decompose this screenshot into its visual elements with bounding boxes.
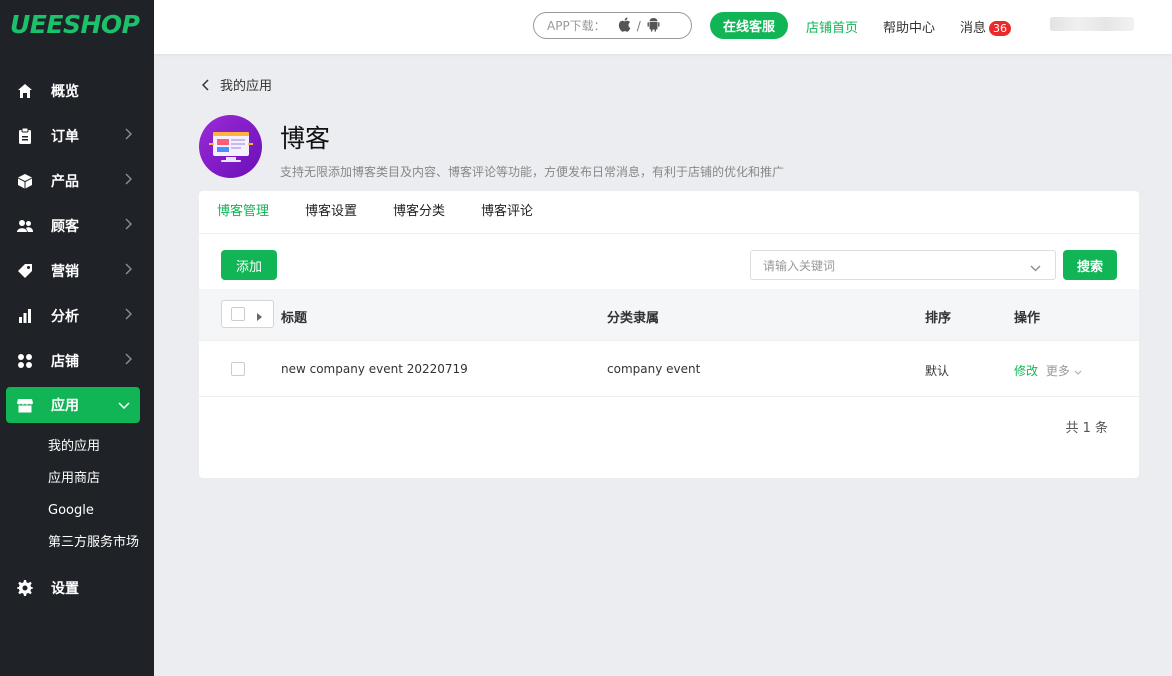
android-icon[interactable] bbox=[647, 17, 660, 35]
chevron-left-icon bbox=[202, 78, 209, 91]
back-link-label: 我的应用 bbox=[220, 79, 273, 94]
grid-icon bbox=[16, 352, 34, 370]
row-category: company event bbox=[607, 362, 701, 376]
row-actions: 修改 更多 bbox=[1014, 362, 1082, 379]
app-download-label: APP下载： bbox=[547, 19, 606, 33]
brand-logo[interactable]: UEESHOP bbox=[0, 0, 154, 54]
help-center-link[interactable]: 帮助中心 bbox=[883, 17, 935, 36]
bar-chart-icon bbox=[16, 307, 34, 325]
gear-icon bbox=[16, 579, 34, 597]
store-home-link[interactable]: 店铺首页 bbox=[806, 17, 858, 36]
chevron-right-icon bbox=[124, 263, 133, 279]
sidebar-item-label: 顾客 bbox=[51, 218, 79, 235]
chevron-right-icon bbox=[124, 308, 133, 324]
submenu-google[interactable]: Google bbox=[0, 495, 154, 527]
add-button[interactable]: 添加 bbox=[221, 250, 277, 280]
tab-blog-settings[interactable]: 博客设置 bbox=[305, 191, 357, 233]
total-count: 共 1 条 bbox=[1065, 421, 1108, 436]
online-service-button[interactable]: 在线客服 bbox=[710, 12, 788, 39]
chevron-down-icon bbox=[1030, 261, 1041, 275]
message-count-badge: 36 bbox=[989, 21, 1012, 36]
apple-icon[interactable] bbox=[618, 16, 631, 35]
column-header-order: 排序 bbox=[925, 311, 952, 326]
sidebar-item-label: 产品 bbox=[51, 173, 79, 190]
select-all-checkbox[interactable] bbox=[231, 307, 245, 321]
search-input[interactable]: 请输入关键词 bbox=[750, 250, 1056, 280]
tab-blog-comments[interactable]: 博客评论 bbox=[481, 191, 533, 233]
store-icon bbox=[16, 396, 34, 414]
sidebar-item-label: 应用 bbox=[51, 398, 79, 414]
column-header-title: 标题 bbox=[281, 311, 308, 326]
chevron-right-icon bbox=[124, 128, 133, 144]
caret-right-icon bbox=[257, 310, 262, 325]
chevron-down-icon bbox=[118, 398, 130, 413]
chevron-right-icon bbox=[124, 218, 133, 234]
sidebar-nav: 概览 订单 产品 顾客 营销 分析 店铺 应用 我的应用 应用商店 Google… bbox=[0, 68, 154, 610]
separator: / bbox=[636, 18, 641, 33]
column-header-actions: 操作 bbox=[1014, 311, 1041, 326]
sidebar-item-label: 营销 bbox=[51, 263, 79, 280]
box-icon bbox=[16, 172, 34, 190]
sidebar-item-overview[interactable]: 概览 bbox=[0, 68, 154, 113]
column-header-category: 分类隶属 bbox=[607, 311, 660, 326]
tab-bar: 博客管理 博客设置 博客分类 博客评论 bbox=[199, 191, 1139, 234]
table-row: new company event 20220719 company event… bbox=[199, 341, 1139, 397]
sidebar-item-marketing[interactable]: 营销 bbox=[0, 248, 154, 293]
blog-app-icon bbox=[199, 115, 262, 178]
sidebar-item-label: 订单 bbox=[51, 128, 79, 145]
sidebar: UEESHOP 概览 订单 产品 顾客 营销 分析 店铺 应用 我的应用 应用商… bbox=[0, 0, 154, 676]
more-label: 更多 bbox=[1045, 364, 1070, 378]
home-icon bbox=[16, 82, 34, 100]
sidebar-item-label: 设置 bbox=[51, 580, 79, 597]
bulk-select-dropdown[interactable] bbox=[221, 300, 274, 328]
back-link[interactable]: 我的应用 bbox=[202, 75, 272, 94]
messages-link[interactable]: 消息 36 bbox=[960, 17, 1012, 36]
content-card: 博客管理 博客设置 博客分类 博客评论 添加 请输入关键词 搜索 标题 分类隶属… bbox=[199, 191, 1139, 478]
search-button[interactable]: 搜索 bbox=[1063, 250, 1117, 280]
logo-text: UEESHOP bbox=[10, 10, 140, 39]
chevron-down-icon bbox=[1074, 370, 1082, 375]
row-checkbox[interactable] bbox=[231, 362, 245, 376]
clipboard-icon bbox=[16, 127, 34, 145]
messages-label: 消息 bbox=[960, 21, 987, 36]
sidebar-item-apps[interactable]: 应用 bbox=[6, 387, 140, 423]
apps-submenu: 我的应用 应用商店 Google 第三方服务市场 bbox=[0, 427, 154, 565]
tab-blog-categories[interactable]: 博客分类 bbox=[393, 191, 445, 233]
row-order: 默认 bbox=[925, 364, 950, 378]
chevron-right-icon bbox=[124, 353, 133, 369]
sidebar-item-store[interactable]: 店铺 bbox=[0, 338, 154, 383]
tab-blog-management[interactable]: 博客管理 bbox=[217, 191, 269, 233]
app-download-pill: APP下载： / bbox=[533, 12, 692, 39]
submenu-app-store[interactable]: 应用商店 bbox=[0, 463, 154, 495]
edit-link[interactable]: 修改 bbox=[1014, 364, 1038, 378]
row-title: new company event 20220719 bbox=[281, 362, 468, 376]
sidebar-item-products[interactable]: 产品 bbox=[0, 158, 154, 203]
users-icon bbox=[16, 217, 34, 235]
search-placeholder: 请输入关键词 bbox=[763, 258, 836, 273]
submenu-my-apps[interactable]: 我的应用 bbox=[0, 431, 154, 463]
sidebar-item-settings[interactable]: 设置 bbox=[0, 565, 154, 610]
sidebar-item-customers[interactable]: 顾客 bbox=[0, 203, 154, 248]
page-description: 支持无限添加博客类目及内容、博客评论等功能，方便发布日常消息，有利于店铺的优化和… bbox=[280, 165, 785, 179]
sidebar-item-orders[interactable]: 订单 bbox=[0, 113, 154, 158]
submenu-third-party-market[interactable]: 第三方服务市场 bbox=[0, 527, 154, 559]
top-header: APP下载： / 在线客服 店铺首页 帮助中心 消息 36 bbox=[154, 0, 1172, 54]
sidebar-item-label: 店铺 bbox=[51, 353, 79, 370]
sidebar-item-analytics[interactable]: 分析 bbox=[0, 293, 154, 338]
sidebar-item-label: 概览 bbox=[51, 83, 79, 100]
more-dropdown[interactable]: 更多 bbox=[1046, 364, 1082, 378]
table-header: 标题 分类隶属 排序 操作 bbox=[199, 289, 1139, 341]
user-account-blurred[interactable] bbox=[1050, 17, 1134, 31]
chevron-right-icon bbox=[124, 173, 133, 189]
page-title: 博客 bbox=[280, 124, 331, 153]
sidebar-item-label: 分析 bbox=[51, 308, 79, 325]
tag-icon bbox=[16, 262, 34, 280]
